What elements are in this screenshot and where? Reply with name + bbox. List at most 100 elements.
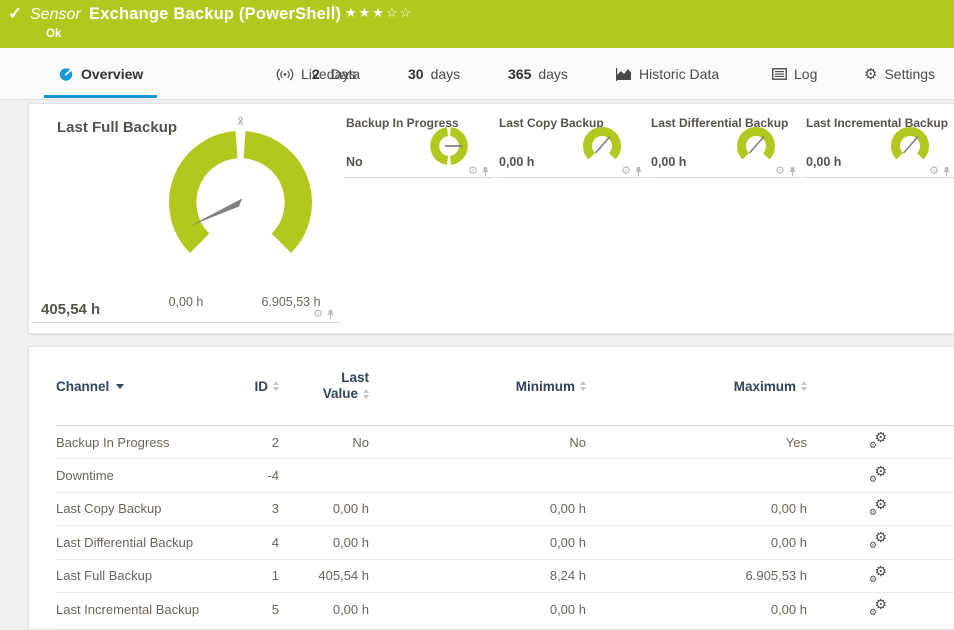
cell-id: 5 bbox=[237, 602, 279, 617]
tile-corner-icons: ⚙ bbox=[313, 309, 335, 320]
column-header-value-label: Value bbox=[323, 386, 358, 402]
tab-overview-label: Overview bbox=[81, 66, 143, 82]
column-header-id[interactable]: ID bbox=[237, 379, 279, 394]
column-header-maximum-label: Maximum bbox=[734, 379, 796, 394]
column-header-last-value[interactable]: Last Value bbox=[279, 370, 369, 402]
cell-id: 2 bbox=[237, 435, 279, 450]
cell-maximum: 0,00 h bbox=[586, 535, 807, 550]
tab-30-days[interactable]: 30 days bbox=[408, 63, 460, 85]
status-ok-check-icon: ✓ bbox=[8, 4, 22, 24]
cell-minimum: 0,00 h bbox=[369, 501, 586, 516]
object-kind-label: Sensor bbox=[30, 6, 81, 24]
column-header-channel-label: Channel bbox=[56, 379, 109, 394]
table-row: Last Full Backup 1 405,54 h 8,24 h 6.905… bbox=[56, 560, 954, 593]
cell-maximum: 6.905,53 h bbox=[586, 568, 807, 583]
gauge-needle bbox=[596, 137, 611, 154]
gauge-tile-last-incremental-backup: Last Incremental Backup 0,00 h ⚙ bbox=[804, 108, 954, 178]
tab-log-label: Log bbox=[794, 66, 817, 82]
tab-overview[interactable]: Overview bbox=[58, 63, 143, 85]
gauge-tile-last-full-backup: Last Full Backup x̄ 0,00 h 6.905,53 h 40… bbox=[31, 106, 341, 323]
gauge-current-value: 0,00 h bbox=[499, 155, 534, 169]
channel-settings-gear-icon[interactable]: ⚙ bbox=[775, 166, 785, 177]
column-header-last-label: Last bbox=[341, 370, 369, 385]
cell-channel: Downtime bbox=[56, 468, 237, 483]
pin-icon[interactable] bbox=[788, 166, 797, 177]
channel-table: Channel ID Last Value Minimum Maximum bbox=[56, 347, 954, 626]
stars-empty[interactable]: ☆☆ bbox=[386, 5, 413, 20]
pin-icon[interactable] bbox=[481, 166, 490, 177]
gauge-tile-last-copy-backup: Last Copy Backup 0,00 h ⚙ bbox=[497, 108, 647, 178]
channel-settings-icon[interactable]: ⚙⚙ bbox=[869, 566, 887, 583]
tab-2-days[interactable]: 2 days bbox=[312, 63, 356, 85]
gauge-current-value: 405,54 h bbox=[41, 301, 100, 318]
last-copy-backup-gauge bbox=[579, 124, 625, 168]
gauge-current-value: 0,00 h bbox=[651, 155, 686, 169]
channel-settings-gear-icon[interactable]: ⚙ bbox=[621, 166, 631, 177]
channel-settings-gear-icon[interactable]: ⚙ bbox=[468, 166, 478, 177]
cell-maximum: 0,00 h bbox=[586, 602, 807, 617]
gauge-max-label: 6.905,53 h bbox=[246, 295, 336, 309]
gauge-tile-last-differential-backup: Last Differential Backup 0,00 h ⚙ bbox=[649, 108, 801, 178]
column-header-maximum[interactable]: Maximum bbox=[586, 379, 807, 394]
channel-settings-gear-icon[interactable]: ⚙ bbox=[929, 166, 939, 177]
cell-minimum: 0,00 h bbox=[369, 602, 586, 617]
average-marker-icon: x̄ bbox=[238, 116, 244, 128]
pin-icon[interactable] bbox=[942, 166, 951, 177]
cell-last-value: 0,00 h bbox=[279, 501, 369, 516]
channel-settings-icon[interactable]: ⚙⚙ bbox=[869, 432, 887, 449]
tile-corner-icons: ⚙ bbox=[929, 166, 951, 177]
sort-arrows-icon bbox=[801, 381, 807, 391]
table-header-row: Channel ID Last Value Minimum Maximum bbox=[56, 347, 954, 426]
sensor-title: Exchange Backup (PowerShell) bbox=[89, 5, 341, 24]
cell-minimum: No bbox=[369, 435, 586, 450]
column-header-channel[interactable]: Channel bbox=[56, 379, 237, 394]
last-incremental-backup-gauge bbox=[887, 124, 933, 168]
gauge-min-label: 0,00 h bbox=[141, 295, 231, 309]
sensor-status-text: Ok bbox=[46, 28, 61, 40]
channel-settings-icon[interactable]: ⚙⚙ bbox=[869, 499, 887, 516]
channel-settings-gear-icon[interactable]: ⚙ bbox=[313, 309, 323, 320]
tab-365-days-number: 365 bbox=[508, 66, 531, 82]
table-row: Last Differential Backup 4 0,00 h 0,00 h… bbox=[56, 526, 954, 559]
gauge-icon bbox=[58, 66, 74, 82]
tab-365-days[interactable]: 365 days bbox=[508, 63, 568, 85]
gauge-current-value: No bbox=[346, 155, 363, 169]
area-chart-icon bbox=[616, 68, 632, 81]
cell-minimum: 8,24 h bbox=[369, 568, 586, 583]
channel-settings-icon[interactable]: ⚙⚙ bbox=[869, 466, 887, 483]
gauge-needle bbox=[904, 137, 919, 154]
channel-settings-icon[interactable]: ⚙⚙ bbox=[869, 532, 887, 549]
channel-settings-icon[interactable]: ⚙⚙ bbox=[869, 599, 887, 616]
tile-corner-icons: ⚙ bbox=[468, 166, 490, 177]
backup-in-progress-gauge bbox=[426, 124, 472, 168]
cell-channel: Last Copy Backup bbox=[56, 501, 237, 516]
pin-icon[interactable] bbox=[634, 166, 643, 177]
gauge-current-value: 0,00 h bbox=[806, 155, 841, 169]
table-row: Downtime -4 ⚙⚙ bbox=[56, 459, 954, 492]
overview-gauges-panel: Last Full Backup x̄ 0,00 h 6.905,53 h 40… bbox=[28, 103, 954, 334]
cell-last-value: 0,00 h bbox=[279, 602, 369, 617]
tab-bar: Overview Live Data 2 days 30 days 365 da… bbox=[0, 48, 954, 100]
column-header-id-label: ID bbox=[255, 379, 269, 394]
gear-icon: ⚙ bbox=[864, 67, 877, 82]
stars-filled[interactable]: ★★★ bbox=[345, 5, 386, 20]
last-full-backup-gauge: x̄ bbox=[146, 110, 335, 276]
tab-30-days-number: 30 bbox=[408, 66, 424, 82]
pin-icon[interactable] bbox=[326, 309, 335, 320]
tab-settings[interactable]: ⚙ Settings bbox=[864, 63, 935, 85]
table-row: Last Incremental Backup 5 0,00 h 0,00 h … bbox=[56, 593, 954, 626]
tab-2-days-number: 2 bbox=[312, 66, 320, 82]
cell-id: 4 bbox=[237, 535, 279, 550]
cell-maximum: Yes bbox=[586, 435, 807, 450]
tab-historic-data-label: Historic Data bbox=[639, 66, 719, 82]
cell-channel: Last Full Backup bbox=[56, 568, 237, 583]
tab-log[interactable]: Log bbox=[772, 63, 817, 85]
active-tab-underline bbox=[44, 95, 157, 98]
gauge-needle bbox=[750, 137, 765, 154]
column-header-minimum[interactable]: Minimum bbox=[369, 379, 586, 394]
tab-historic-data[interactable]: Historic Data bbox=[616, 63, 719, 85]
cell-channel: Backup In Progress bbox=[56, 435, 237, 450]
tab-2-days-label: days bbox=[327, 66, 357, 82]
priority-stars[interactable]: ★★★☆☆ bbox=[345, 5, 413, 21]
tile-corner-icons: ⚙ bbox=[621, 166, 643, 177]
